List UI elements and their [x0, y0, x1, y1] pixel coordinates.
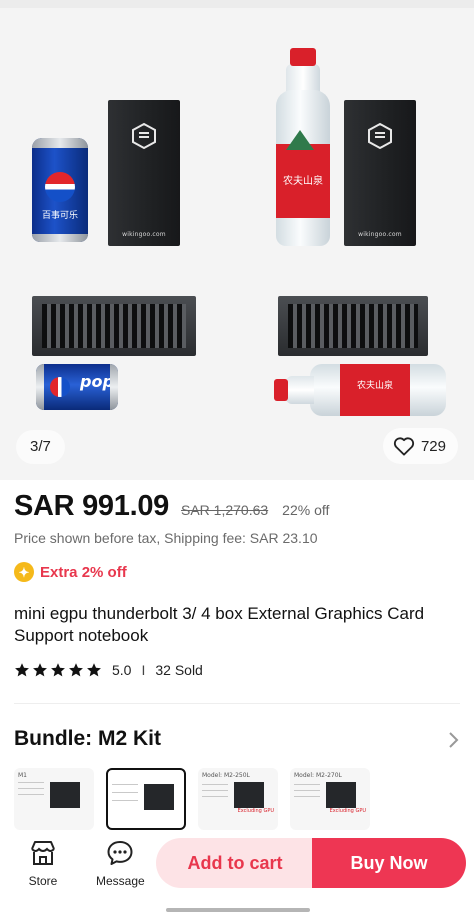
bottom-action-bar: Store Message Add to cart Buy Now — [0, 830, 474, 906]
add-to-cart-button[interactable]: Add to cart — [156, 838, 314, 888]
current-price: SAR 991.09 — [14, 490, 169, 522]
star-rating — [14, 662, 102, 678]
egpu-grille-image-2 — [278, 296, 428, 356]
star-icon — [87, 663, 101, 677]
extra-offer-text: Extra 2% off — [40, 563, 127, 581]
message-label: Message — [96, 874, 145, 888]
message-button[interactable]: Message — [96, 838, 145, 888]
egpu-grille-image — [32, 296, 196, 356]
original-price: SAR 1,270.63 — [181, 502, 269, 518]
pepsi-can-lying-image: pop — [36, 364, 118, 410]
image-counter: 3/7 — [16, 430, 65, 464]
plus-coin-icon: ✦ — [14, 562, 34, 582]
home-indicator — [166, 908, 310, 912]
rating-separator: I — [141, 662, 146, 678]
bundle-title: Bundle: M2 Kit — [14, 727, 161, 750]
bundle-option-label: M1 — [18, 772, 27, 779]
like-button[interactable]: 729 — [382, 428, 458, 464]
product-title: mini egpu thunderbolt 3/ 4 box External … — [14, 604, 425, 645]
message-icon — [107, 841, 133, 865]
product-image-gallery[interactable]: 百事可乐 wikingoo.com 农夫山泉 wikingoo.com pop — [0, 0, 474, 480]
bundle-option-1[interactable]: M1 — [14, 768, 94, 830]
water-bottle-lying-image: 农夫山泉 — [274, 364, 446, 416]
egpu-box-image-2: wikingoo.com — [344, 100, 416, 246]
discount-label: 22% off — [282, 502, 330, 518]
store-icon — [31, 841, 55, 865]
box-logo-icon — [368, 122, 392, 150]
extra-offer[interactable]: ✦ Extra 2% off — [14, 562, 127, 582]
store-button[interactable]: Store — [28, 838, 58, 888]
rating-value: 5.0 — [112, 662, 132, 678]
can-text: 百事可乐 — [41, 211, 78, 221]
star-icon — [51, 663, 65, 677]
star-icon — [69, 663, 83, 677]
bundle-option-label: Model: M2-270L — [294, 772, 342, 779]
store-label: Store — [28, 874, 58, 888]
egpu-box-image: wikingoo.com — [108, 100, 180, 246]
box-logo-icon — [132, 122, 156, 150]
pepsi-can-image: 百事可乐 — [32, 138, 88, 242]
bundle-option-label: Model: M2-250L — [202, 772, 250, 779]
buy-now-button[interactable]: Buy Now — [312, 838, 466, 888]
bundle-options: M1 Model: M2-250L Excluding GPU Model: M… — [14, 768, 474, 830]
sold-count: 32 Sold — [155, 662, 203, 678]
price-row: SAR 991.09 SAR 1,270.63 22% off — [14, 490, 460, 530]
can-side-text: pop — [80, 372, 114, 391]
bundle-option-4[interactable]: Model: M2-270L Excluding GPU — [290, 768, 370, 830]
star-icon — [15, 663, 29, 677]
box-brand-text: wikingoo.com — [358, 231, 402, 238]
bundle-option-2[interactable] — [106, 768, 186, 830]
chevron-right-icon[interactable] — [446, 728, 462, 752]
section-divider — [14, 703, 460, 704]
tax-shipping-note: Price shown before tax, Shipping fee: SA… — [14, 530, 318, 546]
bundle-option-note: Excluding GPU — [237, 808, 274, 814]
rating-row[interactable]: 5.0 I 32 Sold — [14, 662, 203, 678]
bottle-text: 农夫山泉 — [283, 176, 323, 187]
bottle-side-text: 农夫山泉 — [356, 381, 393, 391]
star-icon — [33, 663, 47, 677]
heart-icon — [393, 437, 415, 456]
bundle-option-note: Excluding GPU — [329, 808, 366, 814]
gallery-top-strip — [0, 0, 474, 8]
water-bottle-image: 农夫山泉 — [276, 48, 330, 246]
like-count: 729 — [420, 437, 446, 455]
box-brand-text: wikingoo.com — [122, 231, 166, 238]
bundle-option-3[interactable]: Model: M2-250L Excluding GPU — [198, 768, 278, 830]
